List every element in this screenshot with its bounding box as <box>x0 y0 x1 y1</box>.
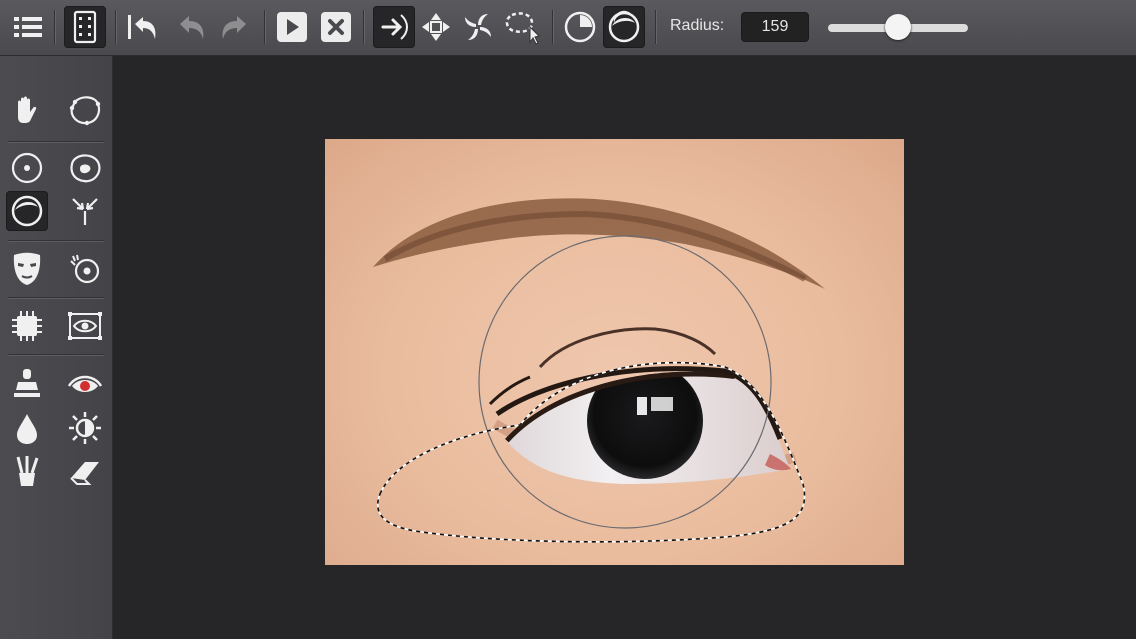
radius-input[interactable] <box>741 12 809 42</box>
stamp-tool[interactable] <box>6 364 48 404</box>
blob-tool[interactable] <box>64 148 106 188</box>
brush-circle-active-icon <box>608 10 640 43</box>
eraser-tool[interactable] <box>64 451 106 491</box>
menu-button[interactable] <box>8 6 48 48</box>
circle-target-icon <box>11 152 43 184</box>
shrink-tool[interactable] <box>6 191 48 231</box>
spot-heal-tool[interactable] <box>64 249 106 289</box>
close-icon <box>321 12 351 42</box>
brightness-tool[interactable] <box>64 408 106 448</box>
mask-icon <box>13 252 41 285</box>
freeform-select-tool[interactable] <box>64 90 106 130</box>
radius-slider-thumb[interactable] <box>885 14 911 40</box>
hand-tool[interactable] <box>6 90 48 130</box>
blur-tool[interactable] <box>6 408 48 448</box>
pinch-tool[interactable] <box>64 191 106 231</box>
pinch-arrows-icon <box>72 198 98 225</box>
push-arrow-icon <box>381 14 408 40</box>
red-eye-icon <box>67 375 103 392</box>
brush-circle-icon <box>11 195 43 227</box>
redo-button[interactable] <box>214 6 254 48</box>
apply-button[interactable] <box>272 6 312 48</box>
toggle-panel-button[interactable] <box>64 6 106 48</box>
photo-illustration <box>373 198 825 543</box>
twirl-button[interactable] <box>458 6 498 48</box>
pinch-button[interactable] <box>416 6 456 48</box>
face-mask-tool[interactable] <box>6 249 48 289</box>
circle-select-tool[interactable] <box>6 148 48 188</box>
tool-sidebar <box>0 56 113 639</box>
brush-tool[interactable] <box>6 451 48 491</box>
brush-circle-icon <box>564 11 596 43</box>
undo-icon <box>180 16 204 39</box>
eraser-icon <box>70 462 99 485</box>
list-icon <box>14 17 42 37</box>
lasso-select-button[interactable] <box>502 6 542 48</box>
pinch-icon <box>422 13 450 41</box>
brush-mode-1-button[interactable] <box>560 6 600 48</box>
forward-warp-button[interactable] <box>373 6 415 48</box>
blob-icon <box>70 154 101 183</box>
panel-icon <box>73 10 97 44</box>
radius-label: Radius: <box>670 17 725 34</box>
redo-icon <box>222 16 246 39</box>
eye-closeup-image[interactable] <box>325 139 904 565</box>
brush-cup-icon <box>16 456 39 486</box>
hand-icon <box>18 96 37 123</box>
chip-icon <box>12 311 42 341</box>
red-eye-tool[interactable] <box>64 364 106 404</box>
sun-icon <box>69 412 101 444</box>
eye-frame-tool[interactable] <box>64 306 106 346</box>
spot-heal-icon <box>70 254 100 284</box>
cancel-button[interactable] <box>316 6 356 48</box>
twirl-icon <box>465 14 491 40</box>
revert-icon <box>128 15 156 39</box>
freeform-select-icon <box>69 96 101 126</box>
lasso-icon <box>505 12 540 45</box>
top-toolbar: Radius: <box>0 0 1136 56</box>
stamp-icon <box>14 369 40 397</box>
undo-button[interactable] <box>172 6 212 48</box>
eye-frame-icon <box>68 312 102 340</box>
brush-mode-2-button[interactable] <box>603 6 645 48</box>
revert-button[interactable] <box>122 6 162 48</box>
play-icon <box>277 12 307 42</box>
drop-icon <box>17 414 37 444</box>
chip-tool[interactable] <box>6 306 48 346</box>
